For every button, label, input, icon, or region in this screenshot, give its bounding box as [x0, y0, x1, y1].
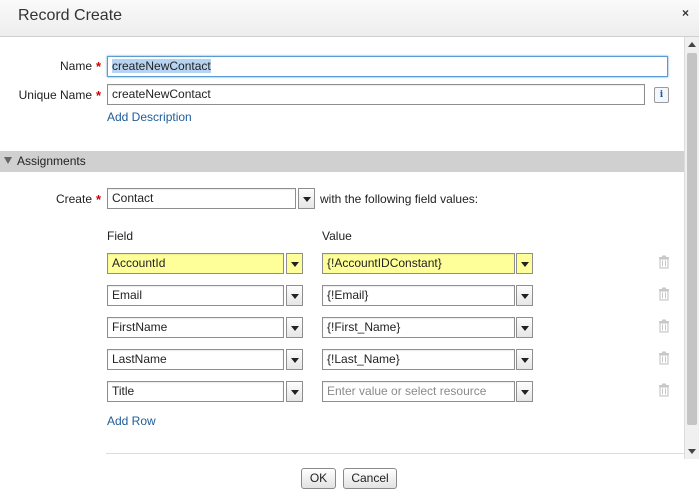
trash-icon[interactable]: [658, 319, 670, 333]
field-dropdown-icon-row-5[interactable]: [286, 381, 303, 402]
name-input-value: createNewContact: [112, 59, 211, 73]
scroll-up-icon[interactable]: [686, 39, 699, 51]
record-create-dialog: Record Create × Name * createNewContact …: [0, 0, 699, 500]
close-icon[interactable]: ×: [682, 6, 689, 20]
with-values-text: with the following field values:: [320, 192, 479, 206]
value-input-row-4[interactable]: {!Last_Name}: [322, 349, 515, 370]
unique-name-input[interactable]: createNewContact: [107, 84, 645, 105]
ok-button[interactable]: OK: [301, 468, 336, 489]
value-input-row-3[interactable]: {!First_Name}: [322, 317, 515, 338]
collapse-triangle-icon[interactable]: [4, 157, 12, 164]
value-column-header: Value: [322, 229, 352, 243]
field-dropdown-icon-row-1[interactable]: [286, 253, 303, 274]
field-dropdown-icon-row-2[interactable]: [286, 285, 303, 306]
value-dropdown-icon-row-1[interactable]: [516, 253, 533, 274]
assignments-section-header[interactable]: Assignments: [0, 151, 684, 172]
create-label: Create: [55, 192, 92, 206]
value-input-row-2[interactable]: {!Email}: [322, 285, 515, 306]
value-input-row-5[interactable]: Enter value or select resource: [322, 381, 515, 402]
dialog-title: Record Create: [18, 7, 123, 24]
cancel-button[interactable]: Cancel: [343, 468, 397, 489]
dialog-content: Name * createNewContact Unique Name * cr…: [0, 37, 684, 459]
create-required-marker: *: [96, 192, 102, 207]
value-input-row-1[interactable]: {!AccountIDConstant}: [322, 253, 515, 274]
field-column-header: Field: [107, 229, 134, 243]
create-object-dropdown-icon[interactable]: [298, 188, 315, 209]
value-dropdown-icon-row-2[interactable]: [516, 285, 533, 306]
create-object-select[interactable]: Contact: [107, 188, 296, 209]
value-dropdown-icon-row-4[interactable]: [516, 349, 533, 370]
add-description-link[interactable]: Add Description: [107, 110, 192, 124]
vertical-scrollbar[interactable]: [684, 37, 699, 459]
unique-name-label: Unique Name: [18, 88, 92, 102]
field-select-row-3[interactable]: FirstName: [107, 317, 284, 338]
trash-icon[interactable]: [658, 287, 670, 301]
name-input[interactable]: createNewContact: [107, 56, 668, 77]
field-dropdown-icon-row-4[interactable]: [286, 349, 303, 370]
unique-name-required-marker: *: [96, 88, 102, 103]
scroll-down-icon[interactable]: [686, 445, 699, 457]
field-select-row-2[interactable]: Email: [107, 285, 284, 306]
value-dropdown-icon-row-5[interactable]: [516, 381, 533, 402]
value-dropdown-icon-row-3[interactable]: [516, 317, 533, 338]
assignments-section-title: Assignments: [17, 154, 86, 168]
field-select-row-1[interactable]: AccountId: [107, 253, 284, 274]
field-select-row-5[interactable]: Title: [107, 381, 284, 402]
field-select-row-4[interactable]: LastName: [107, 349, 284, 370]
info-icon[interactable]: i: [654, 87, 669, 103]
name-required-marker: *: [96, 59, 102, 74]
trash-icon[interactable]: [658, 351, 670, 365]
dialog-footer: OK Cancel: [0, 459, 699, 500]
scrollbar-thumb[interactable]: [687, 53, 697, 425]
add-row-link[interactable]: Add Row: [107, 414, 156, 428]
trash-icon[interactable]: [658, 255, 670, 269]
content-divider: [106, 453, 684, 454]
dialog-titlebar: Record Create ×: [0, 0, 699, 37]
field-dropdown-icon-row-3[interactable]: [286, 317, 303, 338]
name-label: Name: [59, 59, 92, 73]
trash-icon[interactable]: [658, 383, 670, 397]
